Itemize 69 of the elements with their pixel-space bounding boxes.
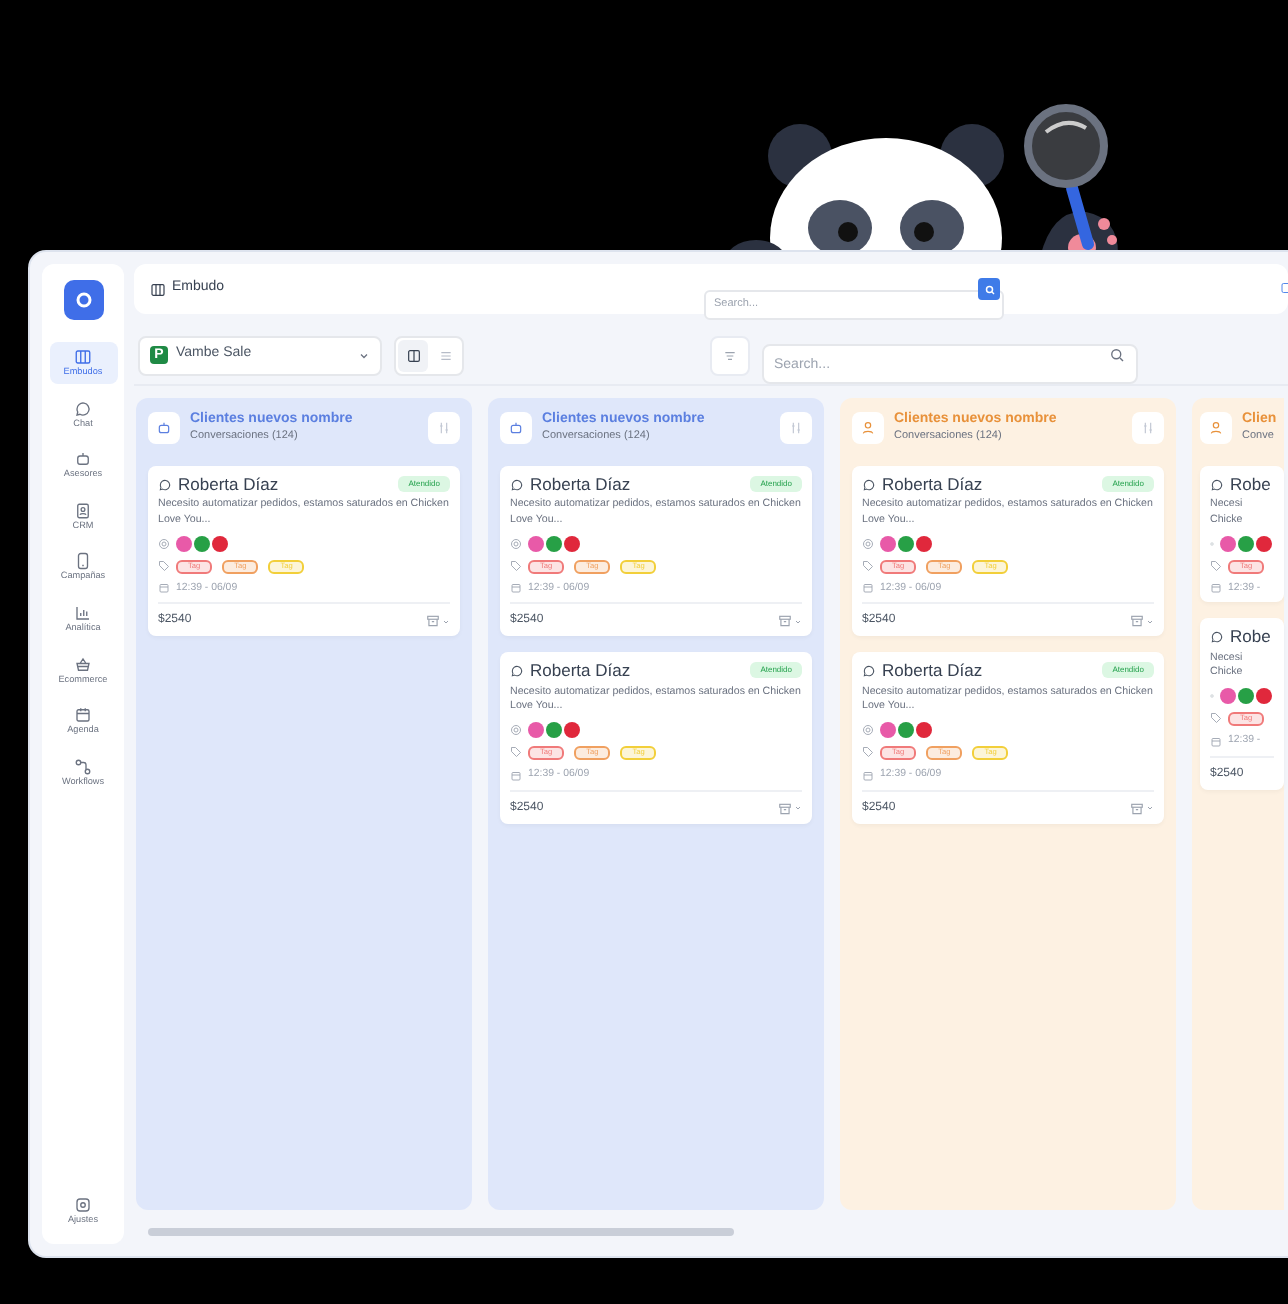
archive-icon: [426, 614, 440, 629]
calendar-icon: [510, 582, 522, 595]
filter-icon: [722, 347, 738, 363]
search-button[interactable]: [978, 278, 1000, 300]
robot-icon: [74, 450, 92, 469]
calendar-icon: [1210, 735, 1222, 748]
contact-card-icon: [74, 501, 92, 520]
columns-icon: [150, 281, 166, 297]
chart-icon: [74, 603, 92, 622]
calendar-icon: [74, 706, 92, 725]
tag-icon: [1210, 712, 1222, 725]
sliders-icon: [788, 420, 804, 436]
view-toggle[interactable]: [398, 339, 428, 371]
robot-icon: [148, 412, 180, 444]
archive-icon: [778, 801, 792, 816]
app-logo-icon: [63, 280, 103, 320]
at-sign-icon: [158, 537, 170, 550]
chat-bubble-icon: [1210, 629, 1224, 644]
contact-name: Roberta Díaz: [530, 660, 631, 682]
archive-icon: [1130, 614, 1144, 629]
contact-name: Robe: [1230, 474, 1271, 495]
workflow-icon: [74, 757, 92, 776]
contact-name: Robe: [1230, 626, 1271, 648]
column-settings-button[interactable]: [428, 412, 460, 444]
robot-icon: [500, 412, 532, 444]
chat-bubble-icon: [510, 663, 524, 678]
calendar-icon: [1210, 582, 1222, 595]
tag-icon: [158, 560, 170, 573]
basket-icon: [74, 655, 92, 674]
calendar-icon: [158, 582, 170, 595]
contact-name: Roberta Díaz: [530, 474, 631, 495]
list-view-icon: [437, 347, 453, 363]
calendar-icon: [510, 769, 522, 782]
chat-bubble-icon: [74, 399, 92, 418]
archive-icon: [778, 614, 792, 629]
chat-bubble-icon: [510, 477, 524, 492]
calendar-icon: [862, 769, 874, 782]
tag-icon: [1210, 560, 1222, 573]
column-settings-button[interactable]: [1132, 412, 1164, 444]
sliders-icon: [1140, 420, 1156, 436]
person-icon: [852, 412, 884, 444]
at-sign-icon: [510, 723, 522, 736]
archive-icon: [1130, 801, 1144, 816]
tag-icon: [862, 746, 874, 759]
contact-name: Roberta Díaz: [178, 474, 279, 495]
search-icon: [983, 283, 995, 295]
phone-icon: [74, 552, 92, 571]
person-icon: [1200, 412, 1232, 444]
board-view-icon: [405, 347, 421, 363]
chat-bubble-icon: [158, 477, 172, 492]
caret-icon: [358, 349, 370, 361]
contact-name: Roberta Díaz: [882, 474, 983, 495]
sliders-icon: [436, 420, 452, 436]
horizontal-scrollbar[interactable]: [148, 1228, 734, 1236]
columns-icon: [74, 348, 92, 366]
calendar-icon: [862, 582, 874, 595]
tag-icon: [510, 746, 522, 759]
column-settings-button[interactable]: [780, 412, 812, 444]
tag-icon: [862, 560, 874, 573]
at-sign-icon: [862, 537, 874, 550]
chat-bubble-icon: [862, 663, 876, 678]
settings-icon: [74, 1196, 92, 1215]
tag-icon: [510, 560, 522, 573]
chat-bubble-icon: [1210, 477, 1224, 492]
chat-bubble-icon: [862, 477, 876, 492]
at-sign-icon: [862, 723, 874, 736]
at-sign-icon: [510, 537, 522, 550]
search-icon: [1108, 345, 1126, 363]
contact-name: Roberta Díaz: [882, 660, 983, 682]
